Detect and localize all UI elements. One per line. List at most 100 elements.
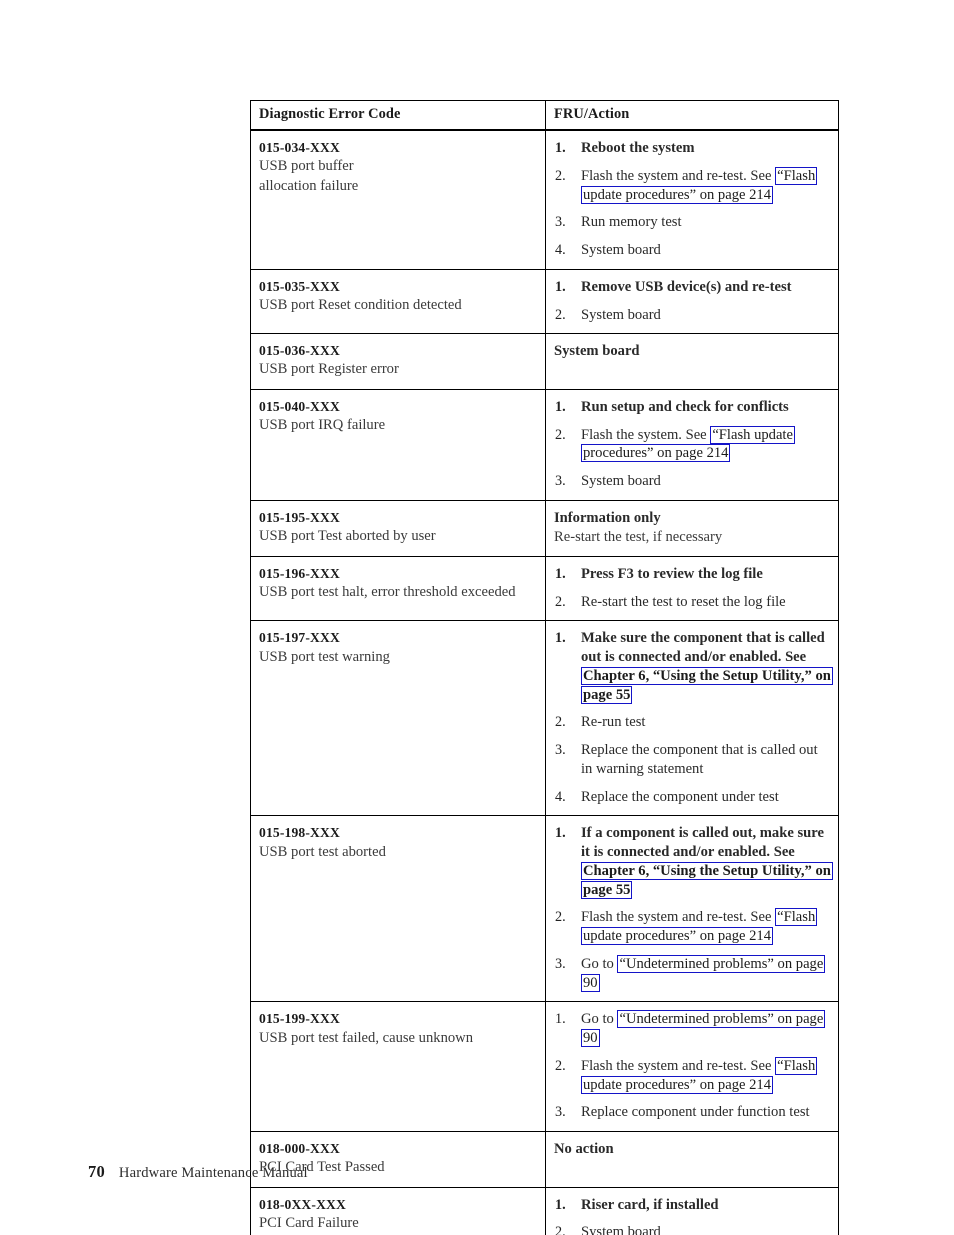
action-step: Re-start the test to reset the log file xyxy=(555,593,786,611)
error-description: USB port test aborted xyxy=(259,843,386,860)
action-step: Re-run test xyxy=(555,713,646,731)
action-step: Run memory test xyxy=(555,213,682,231)
action-step: Flash the system and re-test. See “Flash… xyxy=(555,908,818,946)
fru-action-cell: Information only Re-start the test, if ne… xyxy=(545,499,839,557)
diagnostic-error-code-table: Diagnostic Error Code FRU/Action 015-034… xyxy=(250,100,839,1235)
error-code: 015-199-XXX xyxy=(259,1011,340,1027)
cross-reference-link[interactable]: “Undetermined problems” on page 90 xyxy=(581,1010,826,1048)
fru-action-cell: Riser card, if installed System board xyxy=(545,1186,839,1235)
action-step: Riser card, if installed xyxy=(555,1196,719,1214)
column-header-diagnostic-error-code: Diagnostic Error Code xyxy=(250,100,546,131)
footer-document-title: Hardware Maintenance Manual xyxy=(118,1165,308,1181)
error-code: 015-034-XXX xyxy=(259,140,340,155)
cross-reference-link[interactable]: “Flash update procedures” on page 214 xyxy=(581,166,818,204)
table-row: 015-036-XXX USB port Register error System… xyxy=(250,333,839,390)
error-code-cell: 018-0XX-XXX PCI Card Failure xyxy=(250,1186,546,1235)
fru-action-text: No action xyxy=(554,1141,614,1158)
table-header: Diagnostic Error Code FRU/Action xyxy=(250,100,839,131)
error-description: USB port Register error xyxy=(259,361,399,378)
error-code-cell: 015-195-XXX USB port Test aborted by user xyxy=(250,499,546,557)
cross-reference-link[interactable]: Chapter 6, “Using the Setup Utility,” on… xyxy=(581,666,833,704)
action-step: Replace component under function test xyxy=(555,1103,810,1121)
error-code: 015-036-XXX xyxy=(259,343,340,359)
table-row: 015-198-XXX USB port test aborted If a com… xyxy=(250,815,839,1003)
error-description: USB port IRQ failure xyxy=(259,417,386,434)
action-step: Replace the component that is called out… xyxy=(555,741,818,777)
fru-action-cell: No action xyxy=(545,1131,839,1188)
table-row: 015-040-XXX USB port IRQ failure Run setup… xyxy=(250,388,839,501)
fru-action-cell: Make sure the component that is called o… xyxy=(545,620,839,817)
action-step: System board xyxy=(555,1223,661,1235)
cross-reference-link[interactable]: “Flash update procedures” on page 214 xyxy=(581,1056,818,1094)
error-code: 018-000-XXX xyxy=(259,1141,340,1157)
table-row: 018-0XX-XXX PCI Card Failure Riser card, i… xyxy=(250,1186,839,1235)
table-body: 015-034-XXX USB port buffer allocation fai… xyxy=(250,129,839,1235)
cross-reference-link[interactable]: “Undetermined problems” on page 90 xyxy=(581,954,826,992)
error-code: 018-0XX-XXX xyxy=(259,1196,346,1212)
fru-action-cell: Remove USB device(s) and re-test System b… xyxy=(545,268,839,335)
error-description: USB port test halt, error threshold exce… xyxy=(259,584,516,600)
error-code: 015-035-XXX xyxy=(259,278,340,294)
action-step: Flash the system and re-test. See “Flash… xyxy=(555,1056,818,1094)
action-step-list: Press F3 to review the log file Re-start … xyxy=(554,565,832,612)
fru-action-text: System board xyxy=(554,343,640,360)
error-description: USB port test warning xyxy=(259,648,390,665)
error-description: PCI Card Failure xyxy=(259,1214,359,1231)
action-step: Go to “Undetermined problems” on page 90 xyxy=(555,954,826,992)
error-code-cell: 015-199-XXX USB port test failed, cause u… xyxy=(250,1001,546,1133)
error-code-cell: 015-035-XXX USB port Reset condition dete… xyxy=(250,268,546,335)
error-code: 015-197-XXX xyxy=(259,630,340,646)
fru-action-text: Information only Re-start the test, if ne… xyxy=(554,509,832,547)
error-code: 015-196-XXX xyxy=(259,565,340,581)
page-footer: 70 Hardware Maintenance Manual xyxy=(88,1162,308,1182)
action-step: System board xyxy=(555,241,661,259)
action-step: System board xyxy=(555,306,661,324)
column-header-fru-action: FRU/Action xyxy=(545,100,839,131)
footer-page-number: 70 xyxy=(88,1162,105,1181)
action-step: Go to “Undetermined problems” on page 90 xyxy=(555,1010,826,1048)
error-description: USB port Reset condition detected xyxy=(259,296,462,313)
action-step-list: Run setup and check for conflicts Flash t… xyxy=(554,398,832,491)
error-code: 015-198-XXX xyxy=(259,825,340,841)
action-step-list: Riser card, if installed System board xyxy=(554,1196,832,1235)
action-step: If a component is called out, make sure … xyxy=(555,824,833,899)
fru-action-cell: Run setup and check for conflicts Flash t… xyxy=(545,388,839,501)
error-code: 015-195-XXX xyxy=(259,509,340,525)
fru-action-subtext: Re-start the test, if necessary xyxy=(554,528,723,545)
action-step: Remove USB device(s) and re-test xyxy=(555,278,792,296)
error-description: USB port Test aborted by user xyxy=(259,528,436,545)
fru-action-cell: Press F3 to review the log file Re-start … xyxy=(545,555,839,622)
table-row: 015-195-XXX USB port Test aborted by user… xyxy=(250,499,839,557)
table-row: 015-199-XXX USB port test failed, cause u… xyxy=(250,1001,839,1133)
table-row: 015-035-XXX USB port Reset condition dete… xyxy=(250,268,839,335)
action-step-list: If a component is called out, make sure … xyxy=(554,824,833,992)
action-step: Run setup and check for conflicts xyxy=(555,398,789,416)
table-row: 015-197-XXX USB port test warning Make sur… xyxy=(250,620,839,817)
action-step: System board xyxy=(555,472,661,490)
fru-action-cell: Reboot the system Flash the system and re… xyxy=(545,129,839,270)
fru-action-cell: If a component is called out, make sure … xyxy=(545,815,839,1003)
cross-reference-link[interactable]: “Flash update procedures” on page 214 xyxy=(581,425,795,463)
action-step-list: Reboot the system Flash the system and re… xyxy=(554,139,832,260)
table-row: 015-034-XXX USB port buffer allocation fai… xyxy=(250,129,839,270)
error-code-cell: 015-197-XXX USB port test warning xyxy=(250,620,546,817)
table-row: 015-196-XXX USB port test halt, error thr… xyxy=(250,555,839,622)
error-code-cell: 015-036-XXX USB port Register error xyxy=(250,333,546,390)
action-step: Reboot the system xyxy=(555,139,695,157)
error-description: USB port test failed, cause unknown xyxy=(259,1029,474,1046)
action-step: Flash the system. See “Flash update proc… xyxy=(555,425,795,463)
table-row: 018-000-XXX PCI Card Test Passed No action xyxy=(250,1131,839,1188)
error-code-cell: 015-034-XXX USB port buffer allocation fai… xyxy=(250,129,546,270)
error-code-cell: 015-040-XXX USB port IRQ failure xyxy=(250,388,546,501)
error-code: 015-040-XXX xyxy=(259,398,340,414)
action-step-list: Go to “Undetermined problems” on page 90… xyxy=(554,1010,832,1122)
error-code-cell: 015-196-XXX USB port test halt, error thr… xyxy=(250,555,546,622)
action-step-list: Remove USB device(s) and re-test System b… xyxy=(554,278,832,325)
document-page: Diagnostic Error Code FRU/Action 015-034… xyxy=(0,0,954,1235)
action-step: Flash the system and re-test. See “Flash… xyxy=(555,166,818,204)
fru-action-cell: System board xyxy=(545,333,839,390)
cross-reference-link[interactable]: Chapter 6, “Using the Setup Utility,” on… xyxy=(581,861,833,899)
error-code-cell: 015-198-XXX USB port test aborted xyxy=(250,815,546,1003)
cross-reference-link[interactable]: “Flash update procedures” on page 214 xyxy=(581,908,818,946)
action-step: Press F3 to review the log file xyxy=(555,565,763,583)
